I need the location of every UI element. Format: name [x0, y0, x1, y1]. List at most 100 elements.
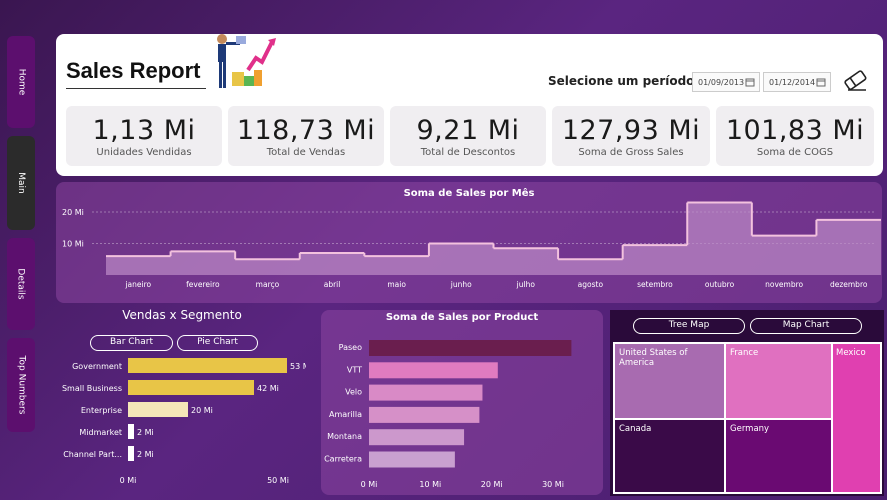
product-category-label: Amarilla [329, 410, 362, 419]
segment-chart-title: Vendas x Segmento [122, 308, 242, 322]
kpi-label: Total de Descontos [420, 147, 516, 158]
nav-home-button[interactable]: Home [7, 36, 35, 128]
segment-category-label: Channel Part... [63, 450, 122, 459]
tree-map-button[interactable]: Tree Map [633, 318, 745, 334]
treemap-cell-label: Germany [730, 424, 770, 434]
x-tick-label: 50 Mi [267, 476, 289, 485]
monthly-sales-panel: Soma de Sales por Mês 10 Mi 20 Mi janeiro f… [56, 182, 882, 303]
product-sales-panel: Soma de Sales por Product Paseo VTT Velo Am… [321, 310, 603, 495]
treemap-cell[interactable]: United States of America [615, 344, 724, 418]
title-underline [66, 88, 206, 89]
segment-value-label: 2 Mi [137, 428, 154, 437]
bar-chart-button[interactable]: Bar Chart [90, 335, 173, 351]
treemap-panel: Tree Map Map Chart United States of Amer… [610, 310, 884, 496]
segment-value-label: 42 Mi [257, 384, 279, 393]
segment-category-label: Enterprise [81, 406, 122, 415]
x-tick-label: novembro [765, 280, 803, 289]
nav-top-numbers-button[interactable]: Top Numbers [7, 338, 35, 432]
nav-main-label: Main [16, 172, 26, 194]
nav-main-button[interactable]: Main [7, 136, 35, 230]
calendar-icon [745, 78, 755, 87]
nav-details-button[interactable]: Details [7, 238, 35, 330]
pie-chart-button[interactable]: Pie Chart [177, 335, 258, 351]
x-tick-label: março [256, 280, 280, 289]
date-end-input[interactable]: 01/12/2014 [763, 72, 831, 92]
nav-home-label: Home [15, 68, 26, 96]
x-tick-label: fevereiro [186, 280, 220, 289]
product-bar [369, 451, 455, 468]
segment-bar [128, 402, 188, 417]
date-start-input[interactable]: 01/09/2013 [692, 72, 760, 92]
kpi-label: Unidades Vendidas [96, 147, 192, 158]
kpi-value: 1,13 Mi [92, 115, 196, 146]
header-card: Sales Report Selecione um período 01/09/… [56, 34, 883, 176]
page-title: Sales Report [66, 58, 201, 83]
x-tick-label: agosto [578, 280, 604, 289]
treemap-cell-label: Canada [619, 424, 652, 434]
segment-bar [128, 380, 254, 395]
monthly-area [106, 202, 881, 275]
treemap-cell-label: France [730, 348, 759, 358]
product-bar [369, 429, 465, 446]
nav-details-label: Details [16, 268, 27, 300]
nav-top-numbers-label: Top Numbers [16, 355, 26, 415]
segment-category-label: Midmarket [79, 428, 122, 437]
monthly-sales-chart: 10 Mi 20 Mi janeiro fevereiro março abril maio… [62, 201, 881, 289]
product-bar [369, 362, 498, 379]
product-category-label: Montana [327, 432, 362, 441]
treemap-cell-label: Mexico [836, 348, 866, 358]
treemap-cell[interactable]: Canada [615, 420, 724, 492]
kpi-label: Total de Vendas [266, 147, 346, 158]
y-tick-label: 20 Mi [62, 208, 84, 217]
eraser-icon[interactable] [842, 70, 870, 92]
x-tick-label: 0 Mi [120, 476, 137, 485]
x-tick-label: 30 Mi [542, 480, 564, 489]
segment-value-label: 53 Mi [290, 362, 306, 371]
kpi-value: 127,93 Mi [561, 115, 701, 146]
kpi-card-cogs: 101,83 Mi Soma de COGS [716, 106, 874, 166]
date-end-value: 01/12/2014 [769, 77, 816, 87]
x-tick-label: dezembro [830, 280, 868, 289]
segment-value-label: 20 Mi [191, 406, 213, 415]
x-tick-label: abril [324, 280, 341, 289]
x-tick-label: 20 Mi [481, 480, 503, 489]
x-tick-label: junho [450, 280, 472, 289]
treemap-cell[interactable]: France [726, 344, 831, 418]
x-tick-label: 0 Mi [361, 480, 378, 489]
segment-category-label: Small Business [62, 384, 122, 393]
product-category-label: Paseo [339, 343, 362, 352]
x-tick-label: outubro [705, 280, 735, 289]
kpi-card-gross-sales: 127,93 Mi Soma de Gross Sales [552, 106, 710, 166]
kpi-card-units: 1,13 Mi Unidades Vendidas [66, 106, 222, 166]
product-category-label: Carretera [324, 455, 362, 464]
kpi-value: 118,73 Mi [236, 115, 376, 146]
product-bar [369, 340, 572, 356]
map-chart-button[interactable]: Map Chart [750, 318, 862, 334]
kpi-card-discounts: 9,21 Mi Total de Descontos [390, 106, 546, 166]
date-start-value: 01/09/2013 [698, 77, 745, 87]
period-label: Selecione um período [548, 74, 695, 88]
product-sales-chart: Paseo VTT Velo Amarilla Montana Carretera 0 Mi… [324, 340, 572, 489]
treemap-cell-label: United States of America [619, 348, 688, 368]
x-tick-label: janeiro [124, 280, 151, 289]
x-tick-label: 10 Mi [419, 480, 441, 489]
x-tick-label: julho [516, 280, 536, 289]
segment-bar [128, 424, 134, 439]
kpi-label: Soma de COGS [756, 147, 834, 158]
businessman-illustration-icon [217, 34, 276, 88]
treemap-cell[interactable]: Germany [726, 420, 831, 492]
treemap-cell[interactable]: Mexico [833, 344, 880, 492]
kpi-value: 101,83 Mi [725, 115, 865, 146]
x-tick-label: maio [387, 280, 406, 289]
segment-value-label: 2 Mi [137, 450, 154, 459]
segment-bar [128, 446, 134, 461]
segment-category-label: Government [72, 362, 122, 371]
segment-bar [128, 358, 287, 373]
product-category-label: Velo [345, 388, 362, 397]
y-tick-label: 10 Mi [62, 240, 84, 249]
treemap-frame: United States of America France Mexico C… [613, 342, 882, 494]
segment-sales-chart: Government 53 Mi Small Business 42 Mi Enterp… [62, 358, 306, 485]
calendar-icon [816, 78, 826, 87]
product-bar [369, 384, 483, 401]
kpi-label: Soma de Gross Sales [578, 147, 684, 158]
